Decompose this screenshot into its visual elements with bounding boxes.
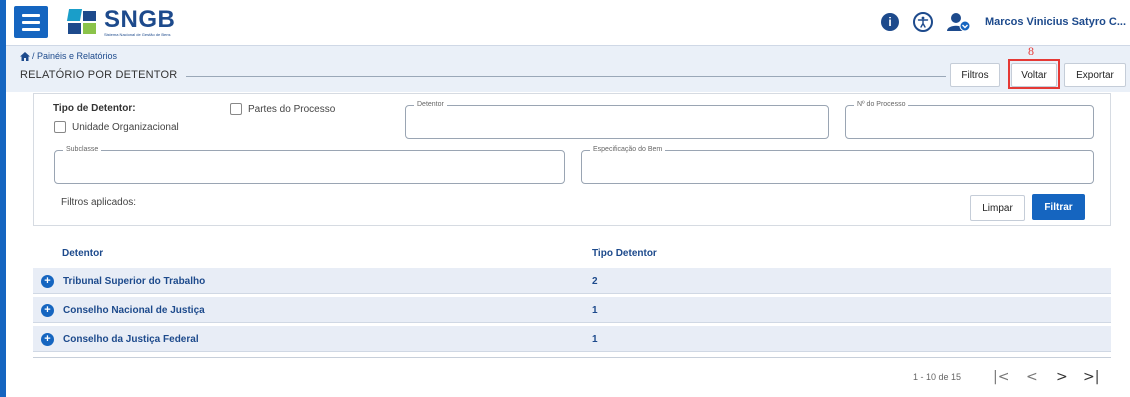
checkbox-label: Partes do Processo <box>248 103 336 115</box>
logo-subtitle: Sistema Nacional de Gestão de Bens <box>104 31 171 37</box>
user-icon[interactable] <box>946 12 971 32</box>
column-header-detentor[interactable]: Detentor <box>62 248 103 259</box>
column-header-tipo-detentor[interactable]: Tipo Detentor <box>592 248 657 259</box>
annotation-number: 8 <box>1028 44 1034 58</box>
home-icon[interactable] <box>20 51 30 61</box>
numero-processo-field[interactable]: Nº do Processo <box>845 101 1094 139</box>
previous-page-button[interactable]: < <box>1026 369 1038 385</box>
expand-icon[interactable]: + <box>41 275 54 288</box>
title-divider <box>186 76 946 77</box>
accessibility-icon[interactable] <box>912 12 933 32</box>
subclasse-legend: Subclasse <box>63 146 102 153</box>
filtros-aplicados-label: Filtros aplicados: <box>61 197 137 208</box>
unidade-organizacional-checkbox[interactable]: Unidade Organizacional <box>54 121 179 133</box>
detentor-cell: Conselho da Justiça Federal <box>63 334 199 345</box>
first-page-button[interactable]: |< <box>993 369 1009 385</box>
exportar-button[interactable]: Exportar <box>1064 63 1126 87</box>
menu-icon[interactable] <box>14 6 48 38</box>
filter-panel: Tipo de Detentor: Unidade Organizacional… <box>33 93 1111 226</box>
table-row[interactable]: + Conselho Nacional de Justiça 1 <box>33 297 1111 323</box>
checkbox-box[interactable] <box>230 103 242 115</box>
partes-processo-checkbox[interactable]: Partes do Processo <box>230 103 335 115</box>
especificacao-bem-legend: Especificação do Bem <box>590 146 666 153</box>
detentor-field[interactable]: Detentor <box>405 101 829 139</box>
top-bar: SNGB Sistema Nacional de Gestão de Bens … <box>6 0 1130 46</box>
next-page-button[interactable]: > <box>1056 369 1068 385</box>
logo[interactable]: SNGB Sistema Nacional de Gestão de Bens <box>66 5 176 38</box>
table-divider <box>33 357 1111 358</box>
detentor-cell: Tribunal Superior do Trabalho <box>63 276 206 287</box>
tipo-detentor-cell: 1 <box>592 334 598 345</box>
subclasse-field[interactable]: Subclasse <box>54 146 565 184</box>
numero-processo-legend: Nº do Processo <box>854 101 909 108</box>
filtros-button[interactable]: Filtros <box>950 63 1000 87</box>
tipo-detentor-cell: 2 <box>592 276 598 287</box>
breadcrumb-text[interactable]: / Painéis e Relatórios <box>32 51 117 61</box>
detentor-cell: Conselho Nacional de Justiça <box>63 305 205 316</box>
pagination-range: 1 - 10 de 15 <box>913 372 962 382</box>
limpar-button[interactable]: Limpar <box>970 195 1025 221</box>
logo-mark-icon <box>66 9 98 35</box>
tipo-detentor-cell: 1 <box>592 305 598 316</box>
filtrar-button[interactable]: Filtrar <box>1032 194 1085 220</box>
last-page-button[interactable]: >| <box>1083 369 1099 385</box>
table-row[interactable]: + Conselho da Justiça Federal 1 <box>33 326 1111 352</box>
checkbox-box[interactable] <box>54 121 66 133</box>
expand-icon[interactable]: + <box>41 304 54 317</box>
page-title: RELATÓRIO POR DETENTOR <box>20 69 178 81</box>
logo-title: SNGB <box>104 5 176 33</box>
user-name[interactable]: Marcos Vinicius Satyro C... <box>985 16 1126 28</box>
table-header: Detentor Tipo Detentor <box>33 242 1111 266</box>
tipo-detentor-label: Tipo de Detentor: <box>53 103 136 114</box>
especificacao-bem-field[interactable]: Especificação do Bem <box>581 146 1094 184</box>
table-row[interactable]: + Tribunal Superior do Trabalho 2 <box>33 268 1111 294</box>
checkbox-label: Unidade Organizacional <box>72 121 179 133</box>
voltar-highlight-box <box>1008 59 1060 89</box>
breadcrumb[interactable]: / Painéis e Relatórios <box>20 51 117 61</box>
expand-icon[interactable]: + <box>41 333 54 346</box>
detentor-legend: Detentor <box>414 101 447 108</box>
info-icon[interactable]: i <box>880 13 899 31</box>
